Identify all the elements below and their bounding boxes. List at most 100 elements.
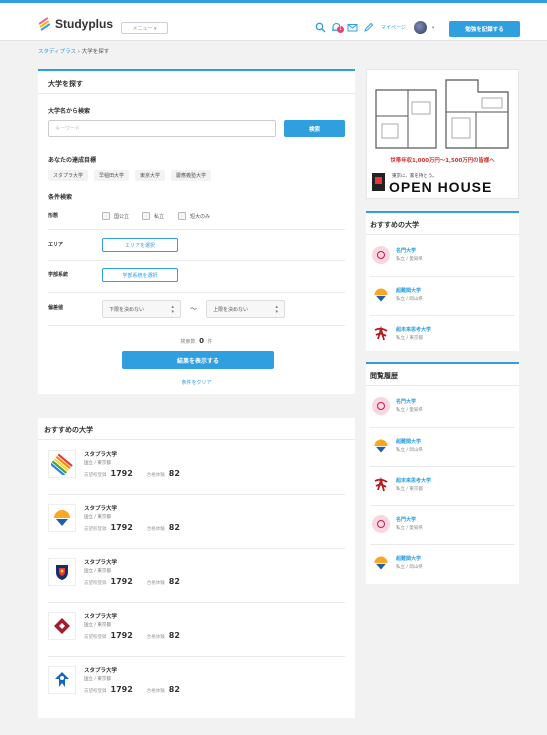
university-name: スタプラ大学 bbox=[84, 560, 118, 566]
search-by-name-label: 大学名から検索 bbox=[48, 108, 91, 115]
floor-plan-illustration bbox=[375, 79, 509, 149]
select-faculty-button[interactable]: 学部系統を選択 bbox=[102, 268, 178, 282]
logo-text: Studyplus bbox=[55, 17, 114, 31]
history-university-item[interactable]: 超難関大学 私立 / 岡山県 bbox=[366, 545, 519, 583]
university-pref: 国立 / 東京都 bbox=[84, 569, 111, 574]
faculty-label: 学部系統 bbox=[48, 272, 69, 278]
pink-emblem-logo-icon bbox=[372, 515, 390, 533]
notification-bell-icon[interactable]: 1 bbox=[331, 22, 344, 33]
history-university-name: 超難関大学 bbox=[396, 439, 422, 445]
keyword-input[interactable]: キーワード bbox=[48, 120, 276, 137]
history-university-item[interactable]: 名門大学 私立 / 愛知県 bbox=[366, 388, 519, 426]
sidebar-university-item[interactable]: 超未来思考大学 私立 / 東京都 bbox=[366, 316, 519, 354]
university-stats: 志望校登録 1792 合格体験 82 bbox=[84, 631, 194, 640]
goal-chip[interactable]: スタプラ大学 bbox=[48, 170, 89, 181]
checkbox-icon bbox=[142, 212, 150, 220]
record-study-button[interactable]: 勉強を記録する bbox=[449, 21, 520, 37]
logo[interactable]: Studyplus bbox=[38, 16, 114, 31]
goal-chip[interactable]: 早稲田大学 bbox=[94, 170, 130, 181]
goal-count-label: 志望校登録 bbox=[84, 635, 107, 640]
sidebar-university-pref: 私立 / 愛知県 bbox=[396, 257, 423, 262]
avatar[interactable] bbox=[413, 21, 427, 34]
deviation-upper-select[interactable]: 上限を決めない ▴ ▾ bbox=[206, 300, 285, 318]
mail-icon[interactable] bbox=[347, 22, 358, 33]
sidebar-university-item[interactable]: 超難関大学 私立 / 岡山県 bbox=[366, 277, 519, 315]
checkbox-label: 私立 bbox=[154, 213, 165, 220]
search-button[interactable]: 検索 bbox=[284, 120, 345, 137]
history-university-item[interactable]: 名門大学 私立 / 愛知県 bbox=[366, 506, 519, 544]
university-pref: 国立 / 東京都 bbox=[84, 623, 111, 628]
university-name: スタプラ大学 bbox=[84, 452, 118, 458]
type-checkbox-private[interactable]: 私立 bbox=[142, 212, 164, 220]
ad-price-text: 世帯年収1,000万円〜1,500万円の皆様へ bbox=[390, 158, 495, 164]
history-university-name: 超難関大学 bbox=[396, 556, 422, 562]
mypage-link[interactable]: マイページ bbox=[381, 24, 406, 31]
history-university-name: 名門大学 bbox=[396, 517, 417, 523]
university-list-item[interactable]: スタプラ大学 国立 / 東京都 志望校登録 1792 合格体験 82 bbox=[38, 550, 355, 602]
notification-badge: 1 bbox=[337, 26, 344, 33]
type-checkbox-public[interactable]: 国公立 bbox=[102, 212, 129, 220]
select-arrows-icon: ▴ ▾ bbox=[275, 304, 278, 315]
site-header: Studyplus メニュー ▾ 1 マイページ ▾ 勉強を記録する bbox=[0, 3, 547, 41]
red-diamond-logo-icon bbox=[48, 612, 76, 640]
pass-count-label: 合格体験 bbox=[146, 527, 165, 532]
advertisement-banner[interactable]: 世帯年収1,000万円〜1,500万円の皆様へ 東京に、家を持とう。 OPEN … bbox=[366, 69, 519, 199]
history-university-pref: 私立 / 岡山県 bbox=[396, 565, 423, 570]
avatar-dropdown-icon[interactable]: ▾ bbox=[432, 25, 435, 31]
pink-emblem-logo-icon bbox=[372, 397, 390, 415]
area-label: エリア bbox=[48, 242, 64, 248]
sidebar-university-item[interactable]: 名門大学 私立 / 愛知県 bbox=[366, 237, 519, 275]
university-list-item[interactable]: スタプラ大学 国立 / 東京都 志望校登録 1792 合格体験 82 bbox=[38, 604, 355, 656]
university-name: スタプラ大学 bbox=[84, 614, 118, 620]
history-university-name: 超未来思考大学 bbox=[396, 478, 432, 484]
history-university-item[interactable]: 超未来思考大学 私立 / 東京都 bbox=[366, 467, 519, 505]
type-checkbox-junior-college[interactable]: 短大のみ bbox=[178, 212, 210, 220]
university-pref: 国立 / 東京都 bbox=[84, 515, 111, 520]
pencil-icon[interactable] bbox=[363, 22, 374, 33]
pass-count-label: 合格体験 bbox=[146, 473, 165, 478]
sun-fan-logo-icon bbox=[372, 437, 390, 455]
sidebar-university-pref: 私立 / 岡山県 bbox=[396, 297, 423, 302]
result-count-unit: 件 bbox=[207, 339, 213, 345]
result-count: 検索数 0 件 bbox=[38, 337, 355, 345]
header-icons: 1 マイページ ▾ bbox=[315, 21, 434, 34]
university-stats: 志望校登録 1792 合格体験 82 bbox=[84, 577, 194, 586]
sidebar-university-pref: 私立 / 東京都 bbox=[396, 336, 423, 341]
goal-count-label: 志望校登録 bbox=[84, 473, 107, 478]
calligraphy-logo-icon bbox=[372, 325, 390, 343]
sun-fan-logo-icon bbox=[48, 504, 76, 532]
university-list-item[interactable]: スタプラ大学 国立 / 東京都 志望校登録 1792 合格体験 82 bbox=[38, 658, 355, 710]
menu-button[interactable]: メニュー ▾ bbox=[121, 22, 168, 34]
checkbox-label: 国公立 bbox=[114, 213, 130, 220]
pass-count-label: 合格体験 bbox=[146, 689, 165, 694]
university-list-item[interactable]: スタプラ大学 国立 / 東京都 志望校登録 1792 合格体験 82 bbox=[38, 496, 355, 548]
result-count-label: 検索数 bbox=[180, 339, 196, 345]
goal-chip-list: スタプラ大学 早稲田大学 東京大学 慶應義塾大学 bbox=[48, 170, 217, 181]
deviation-lower-select[interactable]: 下限を決めない ▴ ▾ bbox=[102, 300, 181, 318]
page-title: 大学を探す bbox=[48, 80, 83, 88]
university-list-item[interactable]: スタプラ大学 国立 / 東京都 志望校登録 1792 合格体験 82 bbox=[38, 442, 355, 494]
pass-count-value: 82 bbox=[168, 469, 180, 478]
university-stats: 志望校登録 1792 合格体験 82 bbox=[84, 523, 194, 532]
university-stats: 志望校登録 1792 合格体験 82 bbox=[84, 469, 194, 478]
ad-brand: OPEN HOUSE bbox=[389, 179, 493, 195]
search-icon[interactable] bbox=[315, 22, 326, 33]
university-stats: 志望校登録 1792 合格体験 82 bbox=[84, 685, 194, 694]
sun-fan-logo-icon bbox=[372, 554, 390, 572]
select-value: 下限を決めない bbox=[109, 306, 145, 313]
goal-count-value: 1792 bbox=[110, 523, 133, 532]
history-university-item[interactable]: 超難関大学 私立 / 岡山県 bbox=[366, 428, 519, 466]
goal-chip[interactable]: 慶應義塾大学 bbox=[171, 170, 212, 181]
select-area-button[interactable]: エリアを選択 bbox=[102, 238, 178, 252]
clear-conditions-link[interactable]: 条件をクリア bbox=[38, 379, 355, 386]
breadcrumb-home-link[interactable]: スタディプラス bbox=[38, 49, 76, 55]
checkbox-icon bbox=[102, 212, 110, 220]
show-results-button[interactable]: 結果を表示する bbox=[122, 351, 274, 369]
history-university-pref: 私立 / 岡山県 bbox=[396, 448, 423, 453]
university-name: スタプラ大学 bbox=[84, 506, 118, 512]
university-search-panel: 大学を探す 大学名から検索 キーワード 検索 あなたの達成目標 スタプラ大学 早… bbox=[38, 69, 355, 394]
sidebar-recommended-panel: おすすめの大学 名門大学 私立 / 愛知県 超難関大学 私立 / 岡山県 超未来… bbox=[366, 211, 519, 351]
pass-count-value: 82 bbox=[168, 685, 180, 694]
goal-chip[interactable]: 東京大学 bbox=[135, 170, 166, 181]
history-university-pref: 私立 / 愛知県 bbox=[396, 408, 423, 413]
